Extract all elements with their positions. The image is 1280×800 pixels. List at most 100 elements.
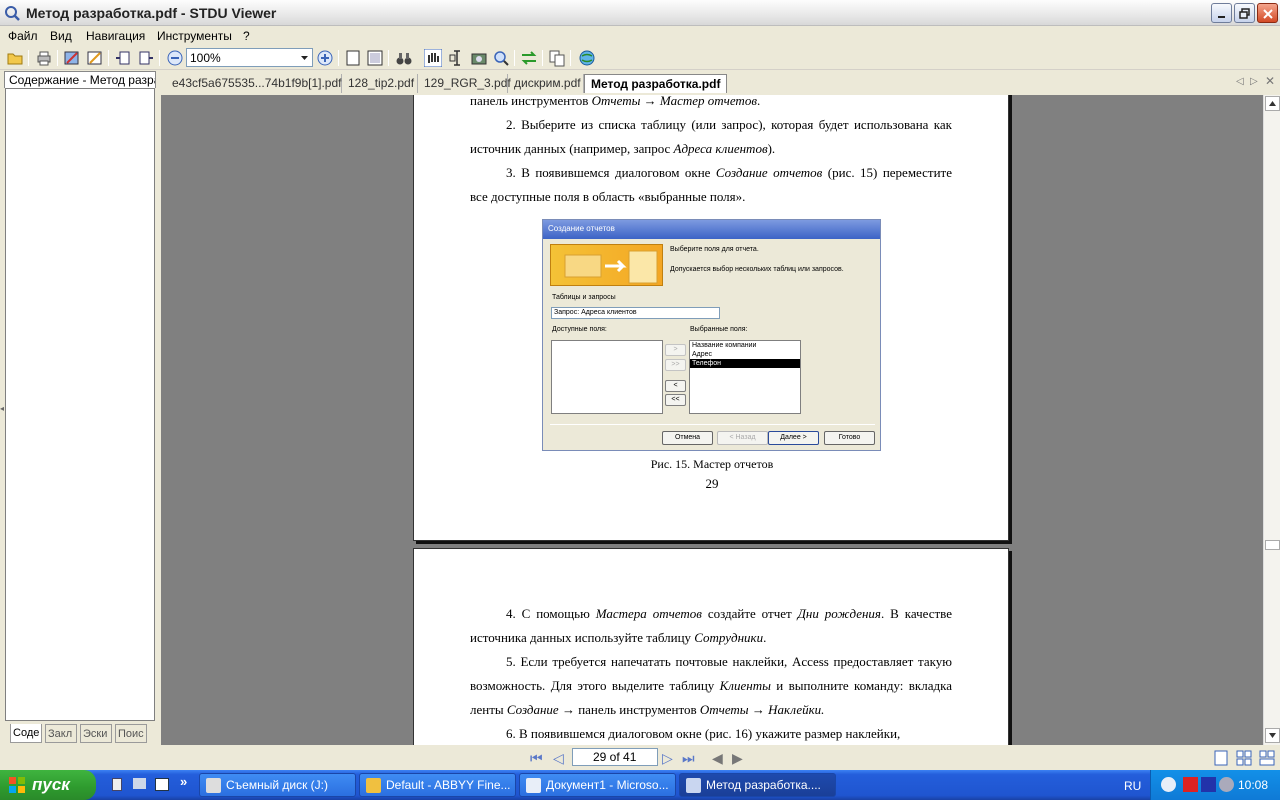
web-button[interactable] (578, 49, 596, 67)
zoom-in-icon (317, 50, 333, 66)
export-image-button[interactable] (63, 49, 81, 67)
history-back-button[interactable]: ◀ (712, 750, 723, 767)
last-page-button[interactable]: ⏭ (682, 750, 695, 767)
zoom-out-button[interactable] (166, 49, 184, 67)
dialog-prompt-2: Допускается выбор нескольких таблиц или … (670, 266, 844, 273)
select-text-button[interactable] (448, 49, 466, 67)
start-button[interactable]: пуск (0, 770, 96, 800)
chevron-down-icon (301, 56, 308, 60)
open-button[interactable] (6, 49, 24, 67)
tab-thumbnails[interactable]: Эски (80, 724, 112, 743)
tab-contents[interactable]: Соде (10, 724, 42, 743)
contents-panel-header[interactable]: Содержание - Метод разраб (4, 71, 156, 88)
tab-scroll-left-icon[interactable]: ◁ (1236, 76, 1244, 87)
scroll-up-button[interactable] (1265, 96, 1280, 111)
rotate-right-icon (139, 51, 153, 65)
start-label: пуск (32, 775, 70, 794)
sync-button[interactable] (520, 49, 538, 67)
menu-help[interactable]: ? (243, 29, 250, 43)
arrow-down-icon (1269, 733, 1276, 738)
fit-width-button[interactable] (366, 49, 384, 67)
remove-all-fields-button: << (665, 394, 686, 406)
selected-fields-label: Выбранные поля: (690, 326, 748, 333)
tab-bookmarks[interactable]: Закл (45, 724, 77, 743)
minimize-button[interactable] (1211, 3, 1232, 23)
print-button[interactable] (35, 49, 53, 67)
copy-icon (549, 50, 565, 67)
vertical-scrollbar[interactable] (1263, 95, 1280, 745)
doc-tab-1[interactable]: e43cf5a675535...74b1f9b[1].pdf (166, 74, 342, 93)
menu-file[interactable]: Файл (8, 29, 38, 43)
selected-field-3: Телефон (690, 359, 800, 368)
tab-search[interactable]: Поис (115, 724, 147, 743)
copy-button[interactable] (548, 49, 566, 67)
doc-tab-4[interactable]: дискрим.pdf (508, 74, 584, 93)
tray-back-icon[interactable] (1161, 777, 1176, 792)
doc-tab-3[interactable]: 129_RGR_3.pdf (418, 74, 511, 93)
tray-media-icon[interactable] (1201, 777, 1216, 792)
tab-close-icon[interactable]: ✕ (1265, 74, 1275, 88)
quicklaunch-more-icon[interactable]: » (180, 774, 187, 789)
wizard-banner-image (550, 244, 663, 286)
hand-tool-button[interactable] (423, 48, 443, 68)
task-stdu-viewer[interactable]: Метод разработка.... (679, 773, 836, 797)
camera-icon (471, 53, 487, 65)
menu-navigation[interactable]: Навигация (86, 29, 145, 43)
history-forward-button[interactable]: ▶ (732, 750, 743, 767)
zoom-area-icon (494, 51, 509, 66)
menu-view[interactable]: Вид (50, 29, 72, 43)
task-abbyy[interactable]: Default - ABBYY Fine... (359, 773, 516, 797)
document-viewer[interactable]: панель инструментов Отчеты → Мастер отче… (161, 95, 1263, 745)
image-edit-icon (64, 51, 79, 65)
tab-scroll-right-icon[interactable]: ▷ (1250, 76, 1258, 87)
menu-tools[interactable]: Инструменты (157, 29, 232, 43)
selected-field-2: Адрес (692, 351, 713, 358)
tray-antivirus-icon[interactable] (1183, 777, 1198, 792)
page-number-input[interactable]: 29 of 41 (572, 748, 658, 766)
pdf-page-30: 4. С помощью Мастера отчетов создайте от… (413, 548, 1009, 745)
first-page-button[interactable]: ⏮ (530, 750, 543, 767)
arrow-up-icon (1269, 101, 1276, 106)
figure-caption: Рис. 15. Мастер отчетов (650, 457, 774, 471)
stdu-icon (686, 778, 701, 793)
quicklaunch-ie-icon[interactable] (133, 778, 146, 789)
rotate-left-button[interactable] (114, 49, 132, 67)
single-page-view-button[interactable] (1212, 749, 1230, 767)
zoom-in-button[interactable] (316, 49, 334, 67)
fit-page-button[interactable] (344, 49, 362, 67)
doc-tab-5[interactable]: Метод разработка.pdf (584, 74, 728, 93)
binoculars-icon (396, 53, 412, 65)
tray-volume-icon[interactable] (1219, 777, 1234, 792)
wizard-cancel-button: Отмена (662, 431, 713, 445)
app-icon (5, 6, 20, 21)
language-indicator[interactable]: RU (1124, 779, 1141, 793)
previous-page-button[interactable]: ◁ (553, 750, 564, 767)
remove-field-button: < (665, 380, 686, 392)
zoom-select[interactable]: 100% (186, 48, 313, 67)
continuous-view-button[interactable] (1258, 749, 1276, 767)
scroll-down-button[interactable] (1265, 728, 1280, 743)
contents-panel[interactable] (5, 88, 155, 721)
zoom-dropdown-button[interactable] (297, 49, 312, 66)
panel-collapse-icon[interactable]: ◂ (0, 404, 4, 413)
two-page-view-button[interactable] (1235, 749, 1253, 767)
printer-icon (37, 51, 51, 66)
navigation-bar: ⏮ ◁ 29 of 41 ▷ ⏭ ◀ ▶ (0, 745, 1280, 770)
next-page-button[interactable]: ▷ (662, 750, 673, 767)
task-word[interactable]: Документ1 - Microso... (519, 773, 676, 797)
page1-item3: 3. В появившемся диалоговом окне Создани… (470, 165, 953, 204)
rotate-right-button[interactable] (137, 49, 155, 67)
maximize-button[interactable] (1234, 3, 1255, 23)
system-tray: 10:08 (1150, 770, 1280, 800)
task-removable-disk[interactable]: Съемный диск (J:) (199, 773, 356, 797)
export-text-button[interactable] (86, 49, 104, 67)
doc-tab-2[interactable]: 128_tip2.pdf (342, 74, 418, 93)
close-button[interactable] (1257, 3, 1278, 23)
scroll-thumb[interactable] (1265, 540, 1280, 550)
quicklaunch-desktop-icon[interactable] (155, 778, 169, 791)
available-fields-label: Доступные поля: (552, 326, 607, 333)
zoom-tool-button[interactable] (492, 49, 510, 67)
snapshot-button[interactable] (470, 49, 488, 67)
quicklaunch-doc-icon[interactable] (112, 778, 122, 791)
find-button[interactable] (395, 49, 413, 67)
